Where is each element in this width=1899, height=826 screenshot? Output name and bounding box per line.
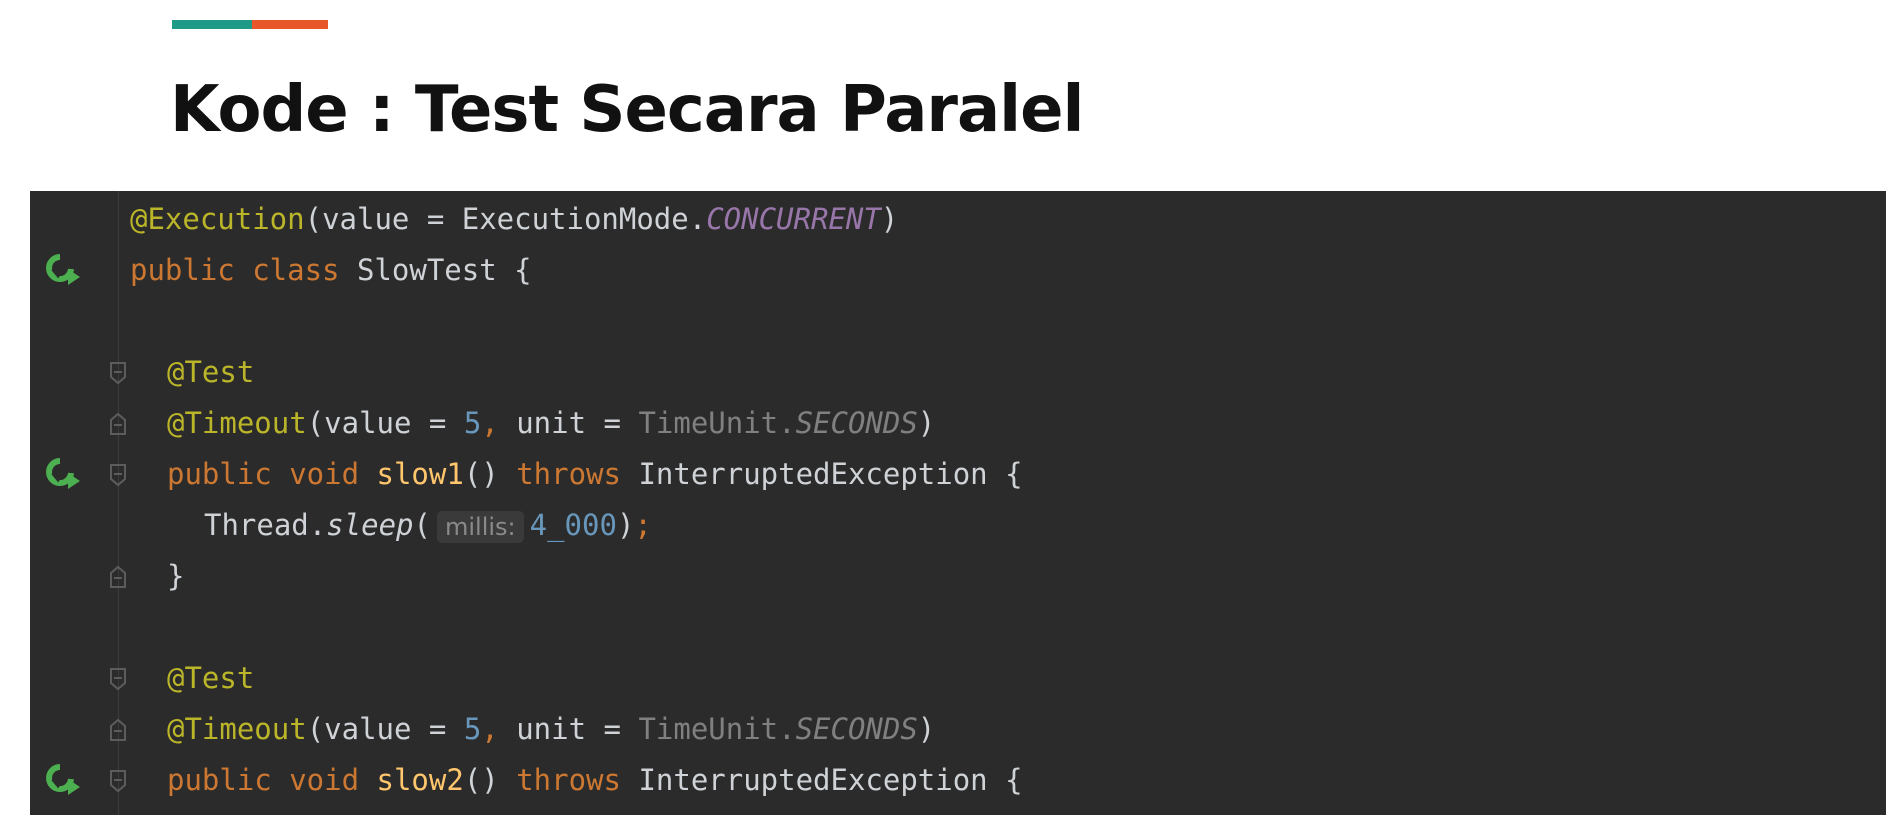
code-line: public class SlowTest { [30,245,1886,296]
annotation: @Timeout [167,406,307,440]
keyword: throws [516,763,621,797]
code-token: ) [616,508,635,542]
parameter-hint: millis: [437,511,524,543]
code-token: InterruptedException { [620,763,1023,797]
keyword: public void [167,457,377,491]
keyword: public class [130,253,340,287]
number-literal: 5 [463,712,482,746]
code-token: InterruptedException { [620,457,1023,491]
fold-marker-icon[interactable] [105,717,131,743]
code-token: , [481,406,517,440]
code-token: unit = [516,712,639,746]
slide-title: Kode : Test Secara Paralel [170,73,1084,147]
code-token: () [463,457,517,491]
fold-marker-icon[interactable] [105,462,131,488]
code-token: ) [880,202,899,236]
number-literal: 5 [463,406,482,440]
code-line: } [30,551,1886,602]
code-token: ( [413,508,431,542]
code-line: @Timeout(value = 5, unit = TimeUnit.SECO… [30,704,1886,755]
enum-constant: SECONDS [795,712,918,746]
accent-bar-teal [172,20,252,29]
code-line: @Test [30,653,1886,704]
code-line: @Timeout(value = 5, unit = TimeUnit.SECO… [30,398,1886,449]
code-token: (value = [306,712,464,746]
code-token: ) [917,406,936,440]
code-line: public void slow2() throws InterruptedEx… [30,755,1886,806]
fold-marker-icon[interactable] [105,360,131,386]
enum-constant: SECONDS [795,406,918,440]
keyword: public void [167,763,377,797]
code-line: Thread.sleep(millis: 4_000); [30,500,1886,551]
code-token: (value = ExecutionMode. [304,202,707,236]
code-token: TimeUnit. [638,712,796,746]
code-editor: @Execution(value = ExecutionMode.CONCURR… [30,191,1886,815]
method-name: slow2 [376,763,464,797]
fold-marker-icon[interactable] [105,768,131,794]
code-token: ; [634,508,652,542]
code-token: () [463,763,517,797]
run-test-icon[interactable] [44,763,84,797]
code-token: Thread. [204,508,327,542]
accent-bar-orange [252,20,328,29]
annotation: @Timeout [167,712,307,746]
code-token: ) [917,712,936,746]
annotation: @Test [167,661,255,695]
number-literal: 4_000 [529,508,617,542]
code-token: (value = [306,406,464,440]
code-token: , [481,712,517,746]
code-line: @Execution(value = ExecutionMode.CONCURR… [30,194,1886,245]
code-line: @Test [30,347,1886,398]
accent-bar [172,20,328,29]
method-name: sleep [326,508,414,542]
fold-marker-icon[interactable] [105,411,131,437]
code-token: unit = [516,406,639,440]
fold-marker-icon[interactable] [105,564,131,590]
annotation: @Test [167,355,255,389]
annotation: @Execution [130,202,305,236]
run-test-icon[interactable] [44,253,84,287]
run-test-icon[interactable] [44,457,84,491]
keyword: throws [516,457,621,491]
code-token: TimeUnit. [638,406,796,440]
code-token: } [167,559,185,593]
code-token: SlowTest { [339,253,532,287]
code-line: public void slow1() throws InterruptedEx… [30,449,1886,500]
fold-marker-icon[interactable] [105,666,131,692]
enum-constant: CONCURRENT [706,202,881,236]
method-name: slow1 [376,457,464,491]
